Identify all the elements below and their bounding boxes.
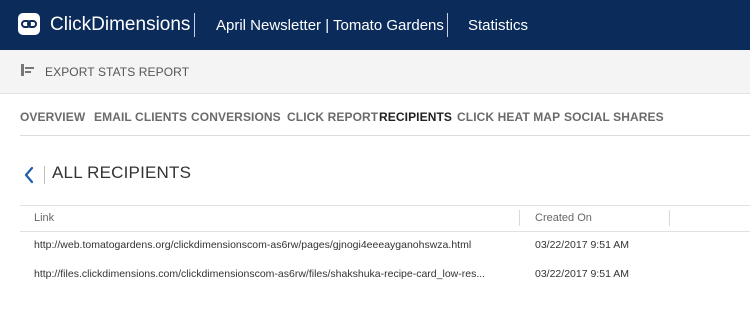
clickdimensions-logo-icon: [18, 13, 40, 35]
table-row[interactable]: http://files.clickdimensions.com/clickdi…: [20, 262, 750, 288]
row-created-on: 03/22/2017 9:51 AM: [535, 268, 629, 280]
tab-click-heat-map[interactable]: CLICK HEAT MAP: [457, 110, 560, 124]
section-title: ALL RECIPIENTS: [52, 163, 192, 182]
column-divider: [669, 210, 670, 226]
header-divider: [194, 13, 195, 37]
tabs-divider: [20, 135, 750, 136]
row-created-on: 03/22/2017 9:51 AM: [535, 239, 629, 251]
brand-name: ClickDimensions: [50, 14, 191, 35]
top-bar: ClickDimensions April Newsletter | Tomat…: [0, 0, 750, 50]
header-divider: [447, 13, 448, 37]
tab-social-shares[interactable]: SOCIAL SHARES: [564, 110, 664, 124]
command-toolbar: EXPORT STATS REPORT: [0, 50, 750, 94]
stats-tabs: OVERVIEW EMAIL CLIENTS CONVERSIONS CLICK…: [0, 110, 750, 136]
tab-overview[interactable]: OVERVIEW: [20, 110, 85, 124]
export-stats-button[interactable]: EXPORT STATS REPORT: [20, 62, 189, 82]
export-stats-label: EXPORT STATS REPORT: [45, 65, 190, 79]
column-divider: [519, 210, 520, 226]
breadcrumb-email[interactable]: April Newsletter | Tomato Gardens: [216, 17, 444, 34]
row-link[interactable]: http://files.clickdimensions.com/clickdi…: [34, 268, 512, 280]
grid-header: Link Created On: [20, 205, 750, 232]
export-icon: [20, 62, 36, 83]
tab-conversions[interactable]: CONVERSIONS: [191, 110, 281, 124]
column-header-link[interactable]: Link: [34, 212, 54, 224]
row-link[interactable]: http://web.tomatogardens.org/clickdimens…: [34, 239, 512, 251]
table-row[interactable]: http://web.tomatogardens.org/clickdimens…: [20, 233, 750, 259]
chevron-left-icon[interactable]: [22, 166, 36, 184]
tab-recipients[interactable]: RECIPIENTS: [379, 110, 452, 124]
breadcrumb-statistics[interactable]: Statistics: [468, 17, 528, 34]
tab-email-clients[interactable]: EMAIL CLIENTS: [94, 110, 187, 124]
tab-click-report[interactable]: CLICK REPORT: [287, 110, 378, 124]
column-header-created-on[interactable]: Created On: [535, 212, 592, 224]
title-divider: [44, 166, 45, 184]
